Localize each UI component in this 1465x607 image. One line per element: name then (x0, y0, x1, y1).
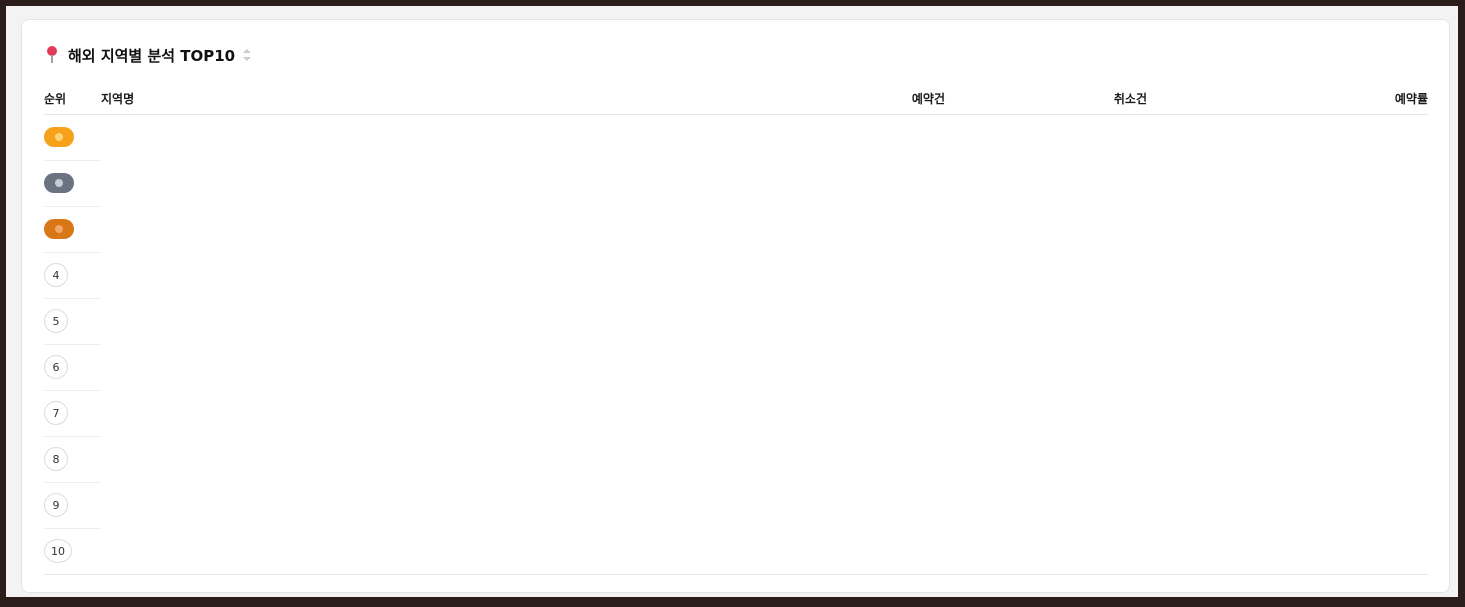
cancellation-count-cell (945, 528, 1147, 575)
table-row[interactable]: 7 (44, 390, 1428, 437)
rank-number: 9 (44, 493, 68, 517)
region-name (101, 176, 103, 190)
table-row[interactable]: 4 (44, 252, 1428, 299)
reservation-rate-cell (1147, 528, 1428, 575)
cancellation-count-cell (945, 252, 1147, 298)
section-title: 해외 지역별 분석 TOP10 (68, 46, 236, 65)
rank-number: 10 (44, 539, 72, 563)
region-name (101, 360, 103, 374)
cancellation-count-cell (945, 206, 1147, 252)
rank-number: 7 (44, 401, 68, 425)
region-name-cell (101, 390, 779, 436)
table-row[interactable]: 8 (44, 436, 1428, 483)
header-cancellations: 취소건 (945, 90, 1147, 115)
region-name-cell (101, 206, 779, 252)
rank-number: 6 (44, 355, 68, 379)
reservation-count-cell (779, 344, 945, 390)
rank-cell: 5 (44, 298, 101, 345)
region-name-cell (101, 482, 779, 528)
reservation-count-cell (779, 390, 945, 436)
reservation-count-cell (779, 298, 945, 344)
header-rank: 순위 (44, 90, 101, 115)
rank-cell: 8 (44, 436, 101, 483)
rank-cell: 6 (44, 344, 101, 391)
rank-number: 5 (44, 309, 68, 333)
region-name-cell (101, 252, 779, 298)
cancellation-count-cell (945, 436, 1147, 482)
rank-cell (44, 160, 101, 207)
table-row[interactable] (44, 160, 1428, 207)
region-name (101, 498, 103, 512)
cancellation-count-cell (945, 482, 1147, 528)
region-table: 순위 지역명 예약건 취소건 예약률 4 5 6 7 8 9 10 (44, 90, 1428, 575)
reservation-rate-cell (1147, 206, 1428, 252)
region-name-cell (101, 528, 779, 575)
header-reservations: 예약건 (779, 90, 945, 115)
cancellation-count-cell (945, 344, 1147, 390)
rank-cell: 4 (44, 252, 101, 299)
reservation-rate-cell (1147, 252, 1428, 298)
cancellation-count-cell (945, 298, 1147, 344)
header-region: 지역명 (101, 90, 779, 115)
rank-cell (44, 206, 101, 253)
header-rate: 예약률 (1147, 90, 1428, 115)
table-row[interactable]: 10 (44, 528, 1428, 575)
rank-cell: 10 (44, 528, 101, 575)
reservation-rate-cell (1147, 436, 1428, 482)
region-name (101, 222, 103, 236)
region-name-cell (101, 160, 779, 206)
region-name (101, 452, 103, 466)
region-name-cell (101, 298, 779, 344)
reservation-rate-cell (1147, 114, 1428, 160)
rank-cell: 7 (44, 390, 101, 437)
reservation-rate-cell (1147, 344, 1428, 390)
page-background: 해외 지역별 분석 TOP10 순위 지역명 예약건 취소건 예약률 4 5 6 7 8… (6, 6, 1458, 597)
cancellation-count-cell (945, 390, 1147, 436)
region-name (101, 130, 103, 144)
region-name (101, 544, 103, 558)
reservation-rate-cell (1147, 390, 1428, 436)
table-row[interactable]: 6 (44, 344, 1428, 391)
region-name-cell (101, 344, 779, 390)
reservation-count-cell (779, 482, 945, 528)
reservation-rate-cell (1147, 482, 1428, 528)
region-name (101, 268, 103, 282)
pin-icon (46, 46, 58, 64)
cancellation-count-cell (945, 160, 1147, 206)
table-header-row: 순위 지역명 예약건 취소건 예약률 (44, 90, 1428, 115)
rank-number: 8 (44, 447, 68, 471)
table-row[interactable]: 9 (44, 482, 1428, 529)
region-name-cell (101, 114, 779, 160)
region-name-cell (101, 436, 779, 482)
region-name (101, 314, 103, 328)
table-row[interactable] (44, 206, 1428, 253)
table-row[interactable] (44, 114, 1428, 161)
reservation-count-cell (779, 528, 945, 575)
rank-number: 4 (44, 263, 68, 287)
reservation-count-cell (779, 114, 945, 160)
sort-icon[interactable] (243, 49, 252, 61)
reservation-count-cell (779, 160, 945, 206)
medal-bronze-icon (44, 219, 74, 239)
reservation-count-cell (779, 252, 945, 298)
cancellation-count-cell (945, 114, 1147, 160)
card-header: 해외 지역별 분석 TOP10 (46, 44, 252, 66)
medal-gold-icon (44, 127, 74, 147)
reservation-count-cell (779, 206, 945, 252)
medal-silver-icon (44, 173, 74, 193)
reservation-rate-cell (1147, 298, 1428, 344)
region-name (101, 406, 103, 420)
table-row[interactable]: 5 (44, 298, 1428, 345)
overseas-region-card: 해외 지역별 분석 TOP10 순위 지역명 예약건 취소건 예약률 4 5 6 7 8… (21, 19, 1450, 593)
reservation-rate-cell (1147, 160, 1428, 206)
reservation-count-cell (779, 436, 945, 482)
rank-cell: 9 (44, 482, 101, 529)
rank-cell (44, 114, 101, 161)
